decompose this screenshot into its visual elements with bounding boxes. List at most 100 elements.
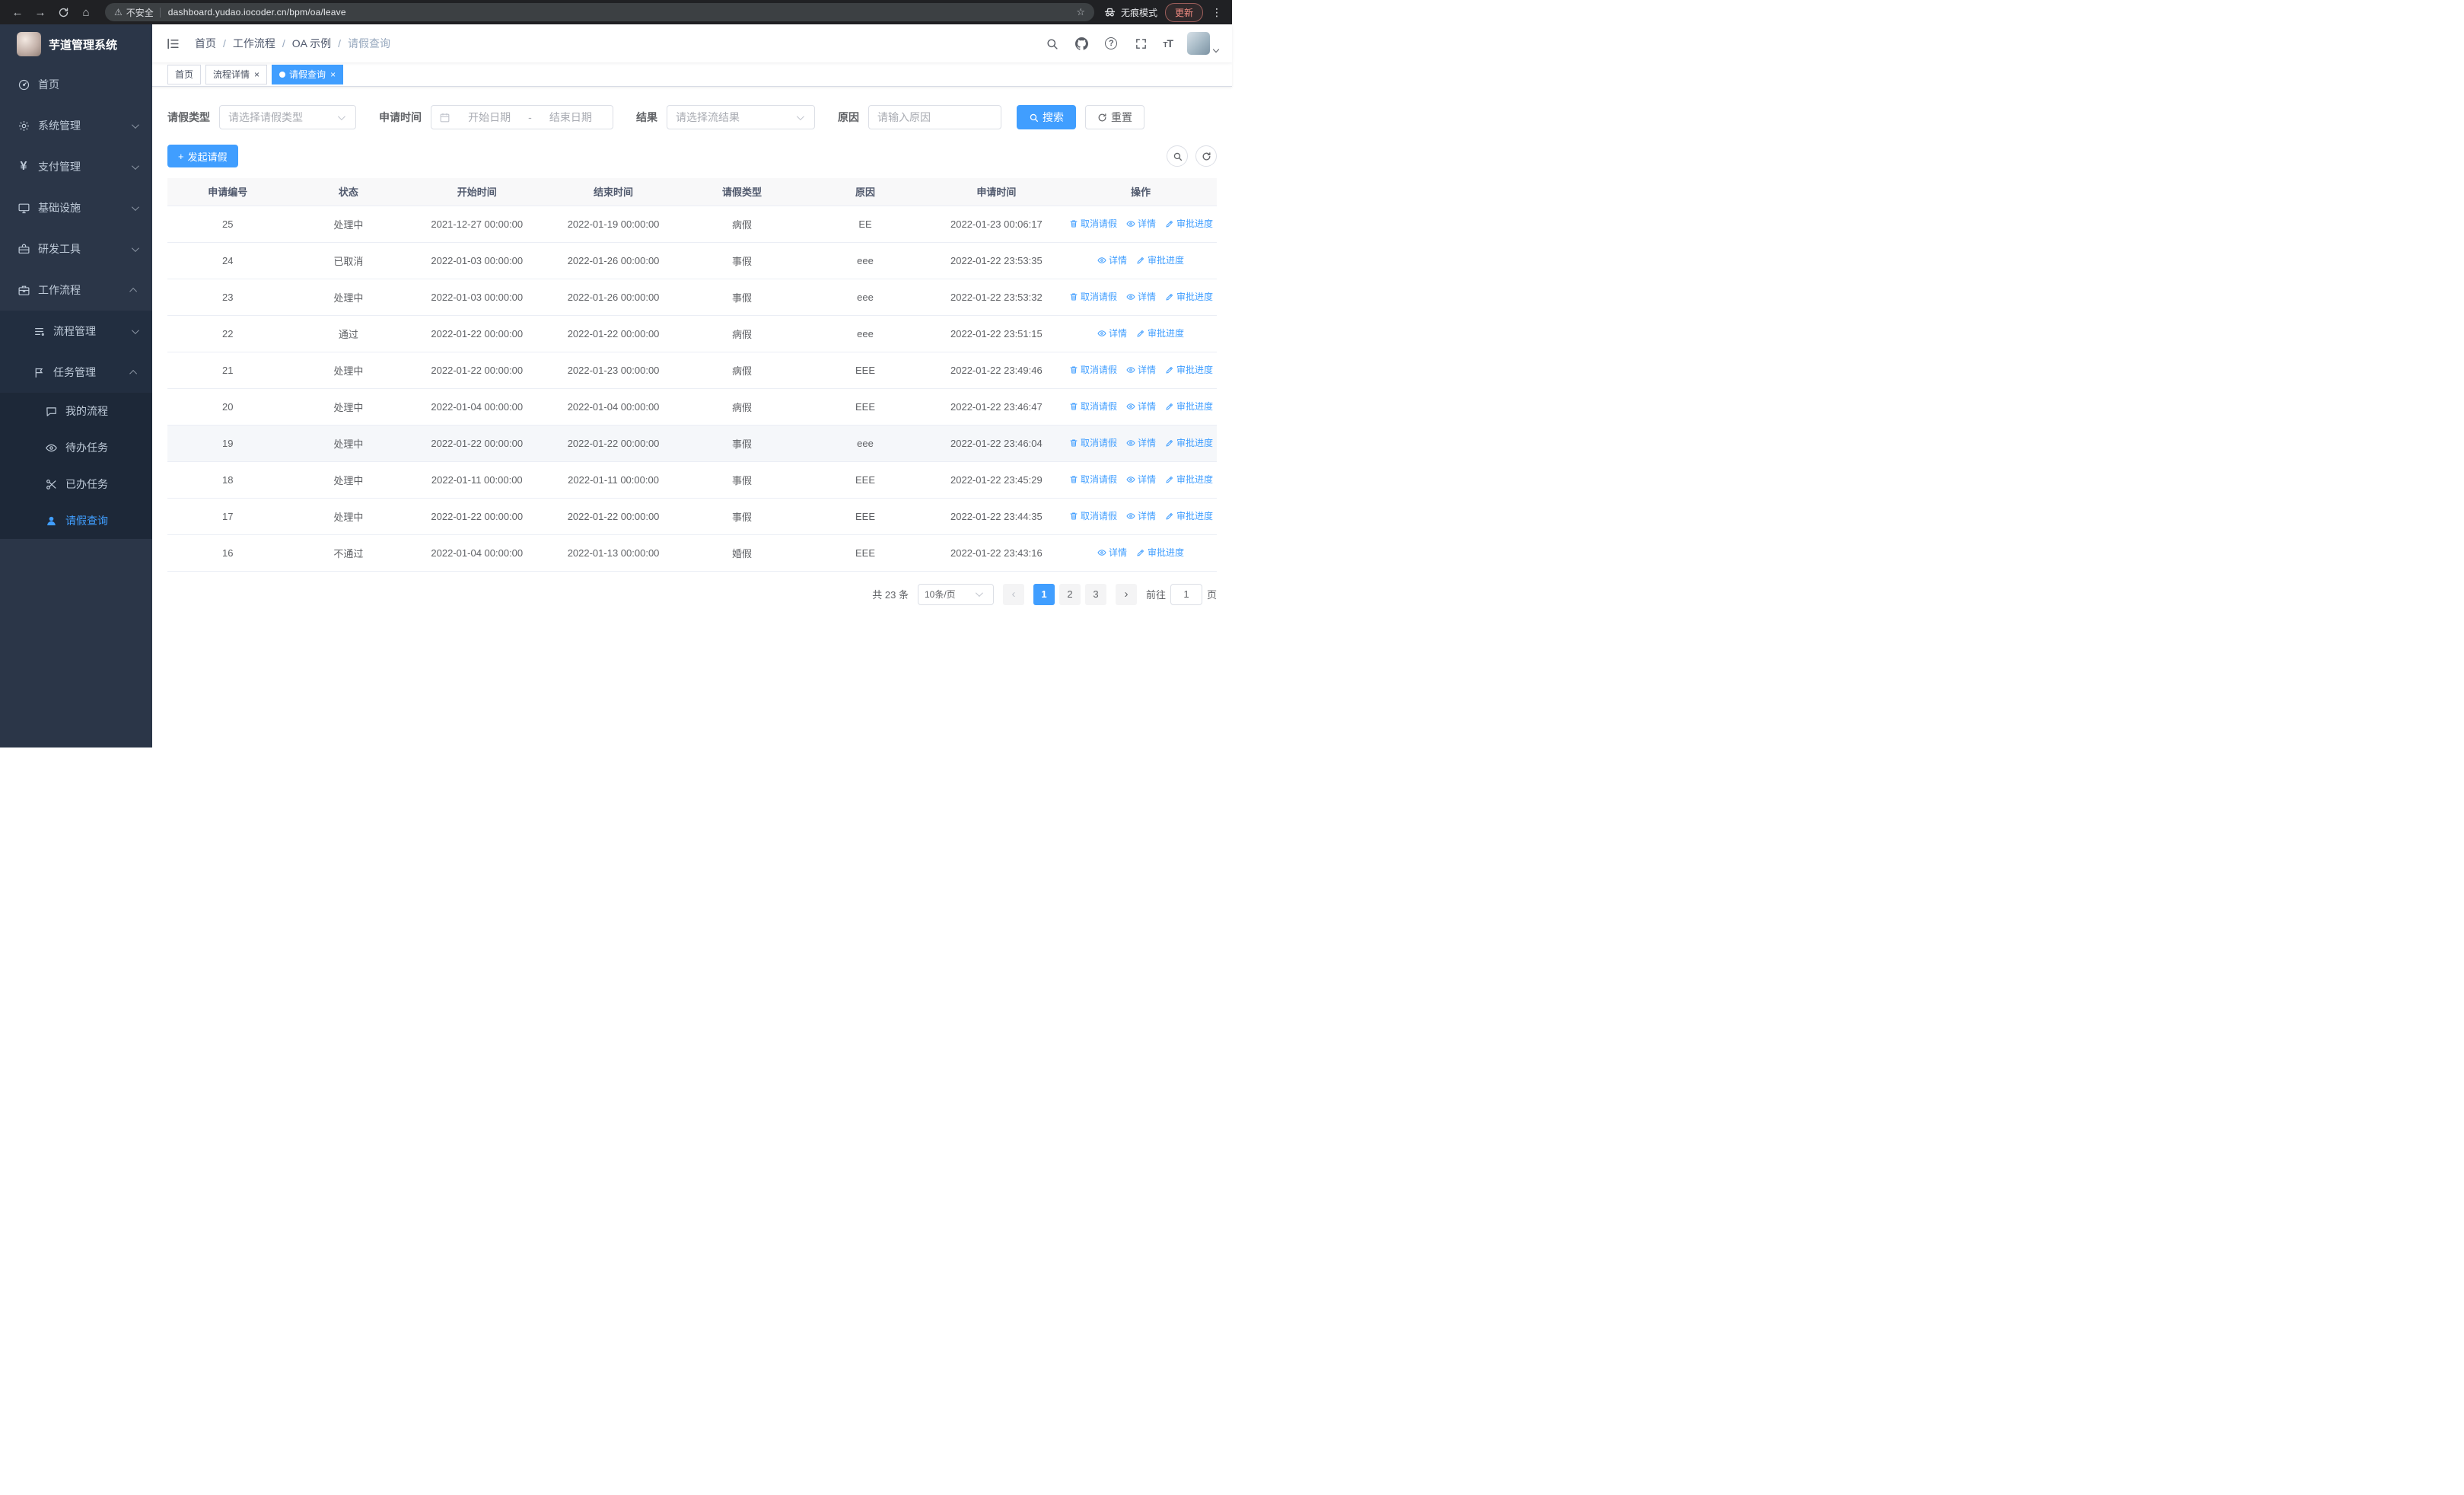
detail-link[interactable]: 详情 — [1097, 253, 1127, 266]
cell-id: 16 — [167, 534, 288, 572]
sidebar-item-done-tasks[interactable]: 已办任务 — [0, 466, 152, 502]
sidebar-item-home[interactable]: 首页 — [0, 64, 152, 105]
sidebar-item-system[interactable]: 系统管理 — [0, 105, 152, 146]
prev-page-button[interactable]: ‹ — [1002, 583, 1024, 605]
leave-type-input[interactable] — [220, 111, 338, 123]
cancel-leave-link[interactable]: 取消请假 — [1069, 400, 1117, 413]
end-date-input[interactable] — [536, 111, 606, 123]
tab-close-icon[interactable]: × — [254, 70, 259, 79]
tab-home[interactable]: 首页 — [167, 64, 202, 84]
cell-start: 2022-01-03 00:00:00 — [409, 279, 546, 316]
browser-reload-icon[interactable] — [53, 2, 73, 22]
cell-start: 2022-01-22 00:00:00 — [409, 352, 546, 389]
search-icon[interactable] — [1044, 36, 1059, 51]
approval-progress-link[interactable]: 审批进度 — [1136, 327, 1184, 339]
cancel-leave-link[interactable]: 取消请假 — [1069, 509, 1117, 522]
cancel-leave-link[interactable]: 取消请假 — [1069, 217, 1117, 230]
create-leave-button[interactable]: + 发起请假 — [167, 145, 238, 167]
github-icon[interactable] — [1074, 36, 1089, 51]
approval-progress-link[interactable]: 审批进度 — [1165, 509, 1213, 522]
result-input[interactable] — [667, 111, 797, 123]
detail-link[interactable]: 详情 — [1097, 546, 1127, 559]
detail-link[interactable]: 详情 — [1126, 363, 1156, 376]
security-label[interactable]: 不安全 — [126, 6, 154, 19]
sidebar-item-leave-query[interactable]: 请假查询 — [0, 502, 152, 539]
tab-leave-query[interactable]: 请假查询 × — [272, 64, 344, 84]
next-page-button[interactable]: › — [1115, 583, 1137, 605]
sidebar-item-todo-tasks[interactable]: 待办任务 — [0, 429, 152, 466]
approval-progress-link[interactable]: 审批进度 — [1165, 400, 1213, 413]
breadcrumb-home[interactable]: 首页 — [195, 36, 216, 51]
action-label: 取消请假 — [1081, 218, 1118, 230]
navbar-actions: ? TT — [1044, 32, 1220, 55]
detail-link[interactable]: 详情 — [1126, 509, 1156, 522]
user-menu[interactable] — [1187, 32, 1220, 55]
detail-link[interactable]: 详情 — [1126, 436, 1156, 449]
goto-page-input[interactable] — [1170, 588, 1202, 600]
refresh-table-button[interactable] — [1195, 145, 1217, 167]
tab-close-icon[interactable]: × — [330, 70, 336, 79]
start-date-input[interactable] — [455, 111, 524, 123]
result-select[interactable] — [667, 105, 815, 129]
search-button[interactable]: 搜索 — [1017, 105, 1076, 129]
flag-icon — [32, 365, 46, 379]
tab-process-detail[interactable]: 流程详情 × — [205, 64, 268, 84]
cancel-leave-link[interactable]: 取消请假 — [1069, 290, 1117, 303]
approval-progress-link[interactable]: 审批进度 — [1165, 290, 1213, 303]
detail-link[interactable]: 详情 — [1126, 473, 1156, 486]
menu-fold-icon[interactable] — [166, 35, 183, 52]
sidebar-item-payment[interactable]: ¥ 支付管理 — [0, 146, 152, 187]
sidebar-item-devtools[interactable]: 研发工具 — [0, 228, 152, 269]
approval-progress-link[interactable]: 审批进度 — [1136, 546, 1184, 559]
font-size-icon[interactable]: TT — [1163, 37, 1173, 49]
date-range-picker[interactable]: - — [431, 105, 613, 129]
detail-link[interactable]: 详情 — [1097, 327, 1127, 339]
chevron-down-icon — [131, 326, 139, 334]
reason-input[interactable] — [869, 111, 1001, 123]
reason-field[interactable] — [868, 105, 1001, 129]
approval-progress-link[interactable]: 审批进度 — [1165, 473, 1213, 486]
search-icon — [1030, 113, 1039, 122]
sidebar-item-infra[interactable]: 基础设施 — [0, 187, 152, 228]
leave-type-select[interactable] — [219, 105, 356, 129]
goto-page-field[interactable] — [1170, 583, 1202, 605]
col-start: 开始时间 — [409, 178, 546, 206]
approval-progress-link[interactable]: 审批进度 — [1165, 363, 1213, 376]
page-size-input[interactable] — [918, 588, 976, 600]
table-row: 19 处理中 2022-01-22 00:00:00 2022-01-22 00:00… — [167, 425, 1217, 462]
reset-button[interactable]: 重置 — [1085, 105, 1144, 129]
progress-icon — [1136, 329, 1145, 338]
browser-update-button[interactable]: 更新 — [1164, 2, 1203, 22]
detail-link[interactable]: 详情 — [1126, 217, 1156, 230]
sidebar-item-task-mgmt[interactable]: 任务管理 — [0, 352, 152, 393]
cancel-leave-link[interactable]: 取消请假 — [1069, 436, 1117, 449]
page-size-select[interactable] — [917, 583, 994, 605]
kebab-menu-icon[interactable]: ⋮ — [1209, 6, 1224, 19]
browser-home-icon[interactable]: ⌂ — [76, 2, 96, 22]
approval-progress-link[interactable]: 审批进度 — [1165, 217, 1213, 230]
approval-progress-link[interactable]: 审批进度 — [1136, 253, 1184, 266]
detail-link[interactable]: 详情 — [1126, 400, 1156, 413]
sidebar-item-process-mgmt[interactable]: 流程管理 — [0, 311, 152, 352]
browser-back-icon[interactable]: ← — [8, 2, 27, 22]
browser-forward-icon[interactable]: → — [30, 2, 50, 22]
table-row: 22 通过 2022-01-22 00:00:00 2022-01-22 00:00:… — [167, 315, 1217, 352]
approval-progress-link[interactable]: 审批进度 — [1165, 436, 1213, 449]
address-bar[interactable]: ⚠ 不安全 dashboard.yudao.iocoder.cn/bpm/oa/… — [105, 3, 1094, 21]
cell-status: 处理中 — [288, 352, 409, 389]
help-icon[interactable]: ? — [1103, 36, 1119, 51]
cancel-leave-link[interactable]: 取消请假 — [1069, 363, 1117, 376]
fullscreen-icon[interactable] — [1133, 36, 1148, 51]
cell-applied: 2022-01-22 23:46:04 — [928, 425, 1065, 462]
page-button-1[interactable]: 1 — [1033, 583, 1055, 605]
avatar[interactable] — [1187, 32, 1210, 55]
detail-icon — [1126, 292, 1135, 301]
toggle-search-button[interactable] — [1167, 145, 1188, 167]
detail-link[interactable]: 详情 — [1126, 290, 1156, 303]
sidebar-item-my-process[interactable]: 我的流程 — [0, 393, 152, 429]
page-button-2[interactable]: 2 — [1059, 583, 1081, 605]
page-button-3[interactable]: 3 — [1084, 583, 1106, 605]
cancel-leave-link[interactable]: 取消请假 — [1069, 473, 1117, 486]
sidebar-item-workflow[interactable]: 工作流程 — [0, 269, 152, 311]
bookmark-star-icon[interactable]: ☆ — [1076, 6, 1085, 18]
